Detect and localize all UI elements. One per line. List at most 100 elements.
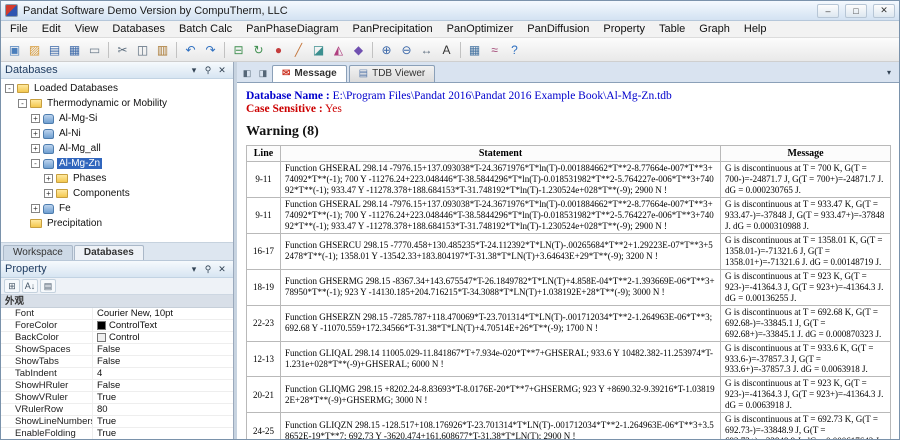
tree-item[interactable]: + Al-Mg_all — [1, 141, 233, 156]
property-value[interactable]: False — [93, 356, 233, 367]
panel-pin-icon[interactable]: ⚲ — [201, 64, 215, 77]
tab-workspace[interactable]: Workspace — [3, 245, 73, 260]
property-panel-close-icon[interactable]: ✕ — [215, 263, 229, 276]
pan-icon[interactable]: ↔ — [417, 40, 436, 59]
graph-icon[interactable]: ≈ — [485, 40, 504, 59]
tree-expander[interactable]: + — [31, 114, 40, 123]
zoom-out-icon[interactable]: ⊖ — [397, 40, 416, 59]
tree-item[interactable]: Precipitation — [1, 216, 233, 231]
property-row[interactable]: TabIndent 4 — [1, 368, 233, 380]
label-icon[interactable]: A — [437, 40, 456, 59]
table-icon[interactable]: ▦ — [465, 40, 484, 59]
help-icon[interactable]: ? — [505, 40, 524, 59]
solidification-icon[interactable]: ◆ — [349, 40, 368, 59]
tree-item[interactable]: - Loaded Databases — [1, 81, 233, 96]
menu-view[interactable]: View — [68, 21, 106, 37]
tree-expander[interactable]: - — [31, 159, 40, 168]
property-panel-pin-icon[interactable]: ⚲ — [201, 263, 215, 276]
menu-databases[interactable]: Databases — [105, 21, 172, 37]
tree-expander[interactable]: - — [18, 99, 27, 108]
property-panel-dropdown-icon[interactable]: ▾ — [187, 263, 201, 276]
redo-icon[interactable]: ↷ — [201, 40, 220, 59]
property-value[interactable]: Control — [93, 332, 233, 343]
property-value[interactable]: ControlText — [93, 320, 233, 331]
refresh-database-icon[interactable]: ↻ — [249, 40, 268, 59]
property-row[interactable]: ShowSpaces False — [1, 344, 233, 356]
menu-panoptimizer[interactable]: PanOptimizer — [440, 21, 521, 37]
tab-databases[interactable]: Databases — [73, 245, 144, 260]
warning-table-row[interactable]: 18-19 Function GHSERMG 298.15 -8367.34+1… — [246, 268, 891, 306]
property-row[interactable]: BackColor Control — [1, 332, 233, 344]
tree-item[interactable]: + Al-Mg-Si — [1, 111, 233, 126]
property-row[interactable]: EnableFolding True — [1, 428, 233, 439]
save-all-icon[interactable]: ▦ — [65, 40, 84, 59]
warning-table-row[interactable]: 16-17 Function GHSERCU 298.15 -7770.458+… — [246, 232, 891, 270]
tree-item[interactable]: + Phases — [1, 171, 233, 186]
menu-property[interactable]: Property — [596, 21, 652, 37]
warning-table-row[interactable]: 24-25 Function GLIQZN 298.15 -128.517+10… — [246, 412, 891, 439]
property-value[interactable]: Courier New, 10pt — [93, 308, 233, 319]
property-value[interactable]: True — [93, 392, 233, 403]
point-calculation-icon[interactable]: ● — [269, 40, 288, 59]
property-row[interactable]: ShowVRuler True — [1, 392, 233, 404]
save-icon[interactable]: ▤ — [45, 40, 64, 59]
tree-item[interactable]: + Fe — [1, 201, 233, 216]
tree-item[interactable]: - Thermodynamic or Mobility — [1, 96, 233, 111]
property-value[interactable]: 80 — [93, 404, 233, 415]
categorized-icon[interactable]: ⊞ — [4, 279, 20, 293]
minimize-button[interactable]: – — [817, 3, 839, 18]
paste-icon[interactable]: ▥ — [153, 40, 172, 59]
menu-batch-calc[interactable]: Batch Calc — [172, 21, 239, 37]
tree-expander[interactable]: - — [5, 84, 14, 93]
warning-table-row[interactable]: 9-11 Function GHSERAL 298.14 -7976.15+13… — [246, 196, 891, 234]
open-icon[interactable]: ▨ — [25, 40, 44, 59]
property-value[interactable]: False — [93, 380, 233, 391]
line-calculation-icon[interactable]: ╱ — [289, 40, 308, 59]
menu-graph[interactable]: Graph — [692, 21, 737, 37]
tree-expander[interactable]: + — [31, 204, 40, 213]
menu-edit[interactable]: Edit — [35, 21, 68, 37]
close-button[interactable]: ✕ — [873, 3, 895, 18]
cut-icon[interactable]: ✂ — [113, 40, 132, 59]
panel-close-icon[interactable]: ✕ — [215, 64, 229, 77]
tree-expander[interactable]: + — [44, 174, 53, 183]
panel-dropdown-icon[interactable]: ▾ — [187, 64, 201, 77]
tree-item[interactable]: + Components — [1, 186, 233, 201]
dock-left-icon[interactable]: ◧ — [240, 66, 254, 80]
alphabetical-icon[interactable]: A↓ — [22, 279, 38, 293]
property-row[interactable]: Font Courier New, 10pt — [1, 308, 233, 320]
load-database-icon[interactable]: ⊟ — [229, 40, 248, 59]
tree-expander[interactable]: + — [31, 144, 40, 153]
warning-table-row[interactable]: 9-11 Function GHSERAL 298.14 -7976.15+13… — [246, 161, 891, 198]
menu-panphasediagram[interactable]: PanPhaseDiagram — [239, 21, 345, 37]
section-calculation-icon[interactable]: ◪ — [309, 40, 328, 59]
warning-table-row[interactable]: 22-23 Function GHSERZN 298.15 -7285.787+… — [246, 304, 891, 342]
new-workspace-icon[interactable]: ▣ — [5, 40, 24, 59]
tab-tdb-viewer[interactable]: ▤ TDB Viewer — [348, 65, 436, 82]
property-value[interactable]: False — [93, 344, 233, 355]
tree-item[interactable]: - Al-Mg-Zn — [1, 156, 233, 171]
property-row[interactable]: ShowLineNumbers True — [1, 416, 233, 428]
property-value[interactable]: 4 — [93, 368, 233, 379]
undo-icon[interactable]: ↶ — [181, 40, 200, 59]
property-row[interactable]: ShowTabs False — [1, 356, 233, 368]
property-row[interactable]: ForeColor ControlText — [1, 320, 233, 332]
menu-help[interactable]: Help — [737, 21, 774, 37]
property-value[interactable]: True — [93, 428, 233, 439]
copy-icon[interactable]: ◫ — [133, 40, 152, 59]
maximize-button[interactable]: □ — [845, 3, 867, 18]
property-category[interactable]: 外观 — [1, 295, 233, 308]
menu-pandiffusion[interactable]: PanDiffusion — [520, 21, 596, 37]
phase-diagram-icon[interactable]: ◭ — [329, 40, 348, 59]
property-value[interactable]: True — [93, 416, 233, 427]
tree-item[interactable]: + Al-Ni — [1, 126, 233, 141]
property-row[interactable]: VRulerRow 80 — [1, 404, 233, 416]
tab-list-dropdown-icon[interactable]: ▾ — [882, 65, 896, 79]
tree-expander[interactable]: + — [44, 189, 53, 198]
property-row[interactable]: ShowHRuler False — [1, 380, 233, 392]
menu-panprecipitation[interactable]: PanPrecipitation — [346, 21, 440, 37]
zoom-in-icon[interactable]: ⊕ — [377, 40, 396, 59]
warning-table-row[interactable]: 12-13 Function GLIQAL 298.14 11005.029-1… — [246, 340, 891, 378]
menu-file[interactable]: File — [3, 21, 35, 37]
property-pages-icon[interactable]: ▤ — [40, 279, 56, 293]
